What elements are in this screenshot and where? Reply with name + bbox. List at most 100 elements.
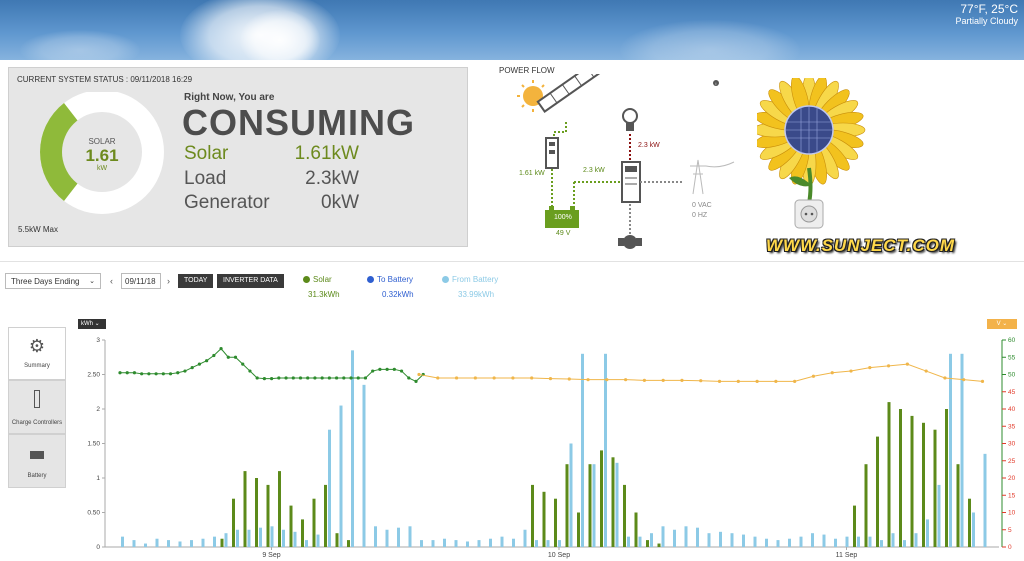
voltage-point xyxy=(176,371,180,375)
voltage-point xyxy=(363,376,368,380)
voltage-idle-point xyxy=(924,369,928,373)
voltage-idle-point xyxy=(530,376,534,380)
from-battery-bar xyxy=(328,429,331,547)
voltage-point xyxy=(385,367,389,371)
voltage-point xyxy=(161,372,165,376)
solar-bar xyxy=(876,436,879,547)
voltage-point xyxy=(154,372,158,376)
from-battery-bar xyxy=(293,531,297,547)
from-battery-bar xyxy=(857,536,860,547)
from-battery-bar xyxy=(535,540,538,547)
from-battery-bar xyxy=(224,533,228,547)
y-left-tick-label: 0.50 xyxy=(87,510,100,517)
voltage-idle-point xyxy=(736,379,740,383)
y-right-tick-label: 35 xyxy=(1008,423,1016,430)
y-right-tick-label: 30 xyxy=(1008,441,1016,448)
solar-bar xyxy=(577,512,580,547)
from-battery-bar xyxy=(638,536,642,547)
from-battery-bar xyxy=(868,536,872,547)
from-battery-bar xyxy=(282,529,285,547)
voltage-point xyxy=(327,376,331,380)
from-battery-bar xyxy=(707,533,711,547)
from-battery-bar xyxy=(362,384,366,547)
voltage-point xyxy=(255,376,259,380)
solar-bar xyxy=(554,498,557,547)
from-battery-bar xyxy=(983,453,987,547)
from-battery-bar xyxy=(339,405,343,547)
from-battery-bar xyxy=(155,538,159,547)
solar-bar xyxy=(634,512,638,547)
voltage-idle-point xyxy=(473,376,477,380)
solar-bar xyxy=(588,464,592,547)
solar-bar xyxy=(278,471,281,547)
voltage-idle-point xyxy=(962,378,966,382)
from-battery-bar xyxy=(500,536,504,547)
from-battery-bar xyxy=(132,540,136,547)
voltage-point xyxy=(147,372,151,376)
from-battery-bar xyxy=(466,541,469,547)
solar-bar xyxy=(266,484,270,547)
from-battery-bar xyxy=(650,533,653,547)
voltage-idle-point xyxy=(417,372,421,377)
voltage-point xyxy=(190,366,194,370)
from-battery-bar xyxy=(765,538,768,547)
voltage-point xyxy=(205,359,209,363)
x-tick-label: 10 Sep xyxy=(548,552,570,559)
from-battery-bar xyxy=(719,531,722,547)
from-battery-bar xyxy=(443,538,446,547)
voltage-point xyxy=(392,367,396,371)
from-battery-bar xyxy=(247,529,251,547)
solar-bar xyxy=(301,519,304,547)
from-battery-bar xyxy=(270,526,274,547)
voltage-idle-line xyxy=(418,363,983,382)
from-battery-bar xyxy=(178,541,182,547)
voltage-point xyxy=(270,377,274,381)
from-battery-bar xyxy=(811,533,814,547)
voltage-point xyxy=(407,376,411,380)
from-battery-bar xyxy=(512,538,515,547)
from-battery-bar xyxy=(684,526,688,547)
from-battery-bar xyxy=(305,540,308,547)
voltage-point xyxy=(168,372,173,376)
voltage-idle-point xyxy=(661,378,665,382)
from-battery-bar xyxy=(592,464,596,547)
voltage-idle-point xyxy=(980,379,985,383)
from-battery-bar xyxy=(121,536,124,547)
y-right-tick-label: 5 xyxy=(1008,527,1012,534)
voltage-point xyxy=(356,376,360,380)
voltage-idle-point xyxy=(567,377,571,381)
solar-bar xyxy=(347,540,350,547)
voltage-line xyxy=(120,347,424,382)
from-battery-bar xyxy=(259,527,262,547)
solar-bar xyxy=(600,450,603,547)
voltage-point xyxy=(291,376,295,380)
y-right-tick-label: 0 xyxy=(1008,544,1012,551)
from-battery-bar xyxy=(569,443,573,547)
voltage-point xyxy=(378,367,382,371)
solar-bar xyxy=(531,484,534,547)
from-battery-bar xyxy=(972,512,975,547)
y-right-tick-label: 55 xyxy=(1008,354,1016,361)
voltage-idle-point xyxy=(605,378,609,382)
from-battery-bar xyxy=(431,540,435,547)
from-battery-bar xyxy=(581,353,584,547)
from-battery-bar xyxy=(546,540,550,547)
y-right-tick-label: 15 xyxy=(1008,492,1016,499)
solar-bar xyxy=(853,505,856,547)
voltage-point xyxy=(241,362,245,366)
voltage-idle-point xyxy=(548,377,553,381)
from-battery-bar xyxy=(454,540,458,547)
y-right-tick-label: 25 xyxy=(1008,458,1016,465)
from-battery-bar xyxy=(144,543,147,547)
from-battery-bar xyxy=(397,527,400,547)
voltage-point xyxy=(277,376,281,380)
voltage-point xyxy=(313,376,317,380)
from-battery-bar xyxy=(201,538,205,547)
y-left-tick-label: 2 xyxy=(96,406,100,413)
from-battery-bar xyxy=(477,540,481,547)
voltage-idle-point xyxy=(886,364,891,368)
voltage-point xyxy=(132,371,137,375)
voltage-idle-point xyxy=(699,379,703,383)
voltage-point xyxy=(349,376,353,380)
solar-bar xyxy=(565,464,569,547)
